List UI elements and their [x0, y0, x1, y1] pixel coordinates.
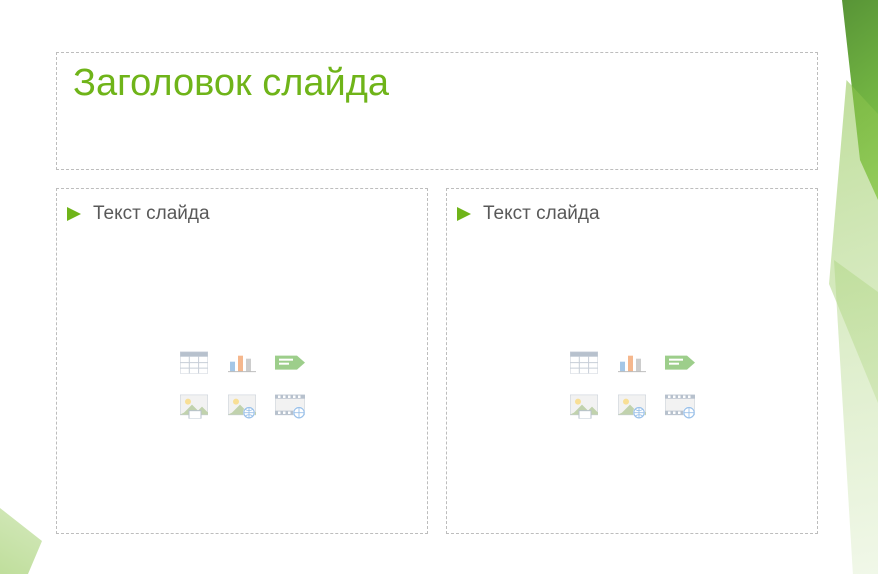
insert-smartart-icon[interactable]: [661, 348, 699, 378]
decoration-facet-light: [823, 260, 878, 574]
insert-content-grid-right: [565, 348, 699, 422]
content-right-text: Текст слайда: [483, 203, 600, 225]
insert-smartart-icon[interactable]: [271, 348, 309, 378]
slide-canvas: Заголовок слайда Текст слайда: [0, 0, 878, 574]
bullet-triangle-icon: [67, 207, 81, 221]
insert-chart-icon[interactable]: [223, 348, 261, 378]
title-text: Заголовок слайда: [73, 63, 801, 105]
insert-online-picture-icon[interactable]: [223, 392, 261, 422]
insert-table-icon[interactable]: [175, 348, 213, 378]
insert-table-icon[interactable]: [565, 348, 603, 378]
bullet-row: Текст слайда: [67, 203, 417, 225]
content-placeholder-left[interactable]: Текст слайда: [56, 188, 428, 534]
insert-picture-icon[interactable]: [175, 392, 213, 422]
bullet-triangle-icon: [457, 207, 471, 221]
content-left-text: Текст слайда: [93, 203, 210, 225]
insert-video-icon[interactable]: [271, 392, 309, 422]
title-placeholder[interactable]: Заголовок слайда: [56, 52, 818, 170]
content-placeholder-right[interactable]: Текст слайда: [446, 188, 818, 534]
insert-chart-icon[interactable]: [613, 348, 651, 378]
insert-content-grid-left: [175, 348, 309, 422]
insert-online-picture-icon[interactable]: [613, 392, 651, 422]
bullet-row: Текст слайда: [457, 203, 807, 225]
insert-picture-icon[interactable]: [565, 392, 603, 422]
insert-video-icon[interactable]: [661, 392, 699, 422]
